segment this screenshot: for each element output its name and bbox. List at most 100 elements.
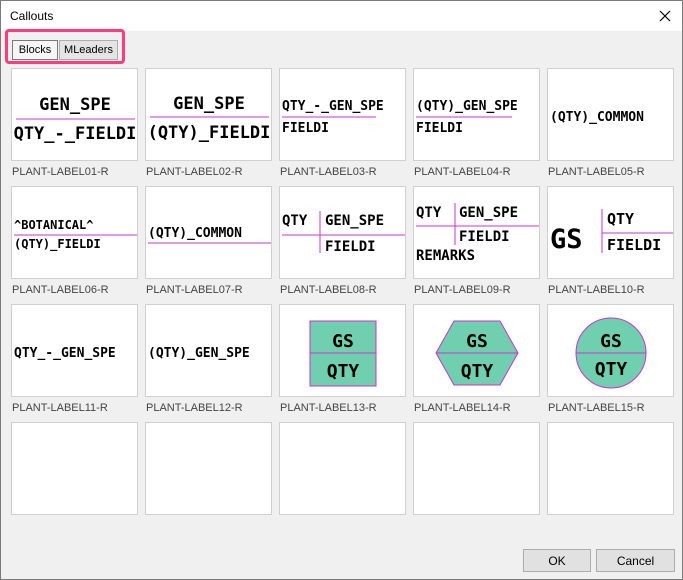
callout-thumbnail[interactable] xyxy=(279,422,406,515)
callout-caption: PLANT-LABEL05-R xyxy=(548,166,645,178)
callout-preview: GS QTY FIELDI xyxy=(550,209,673,255)
callout-thumbnail[interactable]: QTY GEN_SPE FIELDI REMARKS xyxy=(413,186,540,279)
callout-thumbnail[interactable] xyxy=(145,422,272,515)
callout-item[interactable]: ^BOTANICAL^ (QTY)_FIELDI PLANT-LABEL06-R xyxy=(11,186,138,301)
callout-thumbnail[interactable]: GEN_SPE QTY_-_FIELDI xyxy=(11,68,138,161)
label-line: QTY_-_GEN_SPE xyxy=(14,346,116,361)
callout-preview: GS QTY xyxy=(575,317,647,389)
callout-preview: QTY_-_GEN_SPE xyxy=(14,346,116,361)
label-line: GS xyxy=(466,331,488,352)
label-line: QTY xyxy=(607,210,634,228)
callout-preview: (QTY)_COMMON xyxy=(550,110,644,125)
label-line: (QTY)_FIELDI xyxy=(148,123,271,143)
label-line: GEN_SPE xyxy=(39,95,111,115)
callout-caption: PLANT-LABEL14-R xyxy=(414,402,511,414)
callout-thumbnail[interactable]: GS QTY FIELDI xyxy=(547,186,674,279)
callout-item[interactable]: GS QTY PLANT-LABEL14-R xyxy=(413,304,540,419)
callout-preview: (QTY)_GEN_SPE xyxy=(148,346,250,361)
callout-thumbnail[interactable]: (QTY)_COMMON xyxy=(145,186,272,279)
callout-thumbnail[interactable]: GS QTY xyxy=(547,304,674,397)
callout-item[interactable]: QTY GEN_SPE FIELDI PLANT-LABEL08-R xyxy=(279,186,406,301)
label-line: (QTY)_COMMON xyxy=(550,110,644,125)
callout-thumbnail[interactable]: GS QTY xyxy=(413,304,540,397)
callout-thumbnail[interactable]: QTY_-_GEN_SPE xyxy=(11,304,138,397)
label-line: QTY xyxy=(327,361,360,382)
callout-item[interactable]: QTY_-_GEN_SPE PLANT-LABEL11-R xyxy=(11,304,138,419)
callout-item[interactable]: GEN_SPE (QTY)_FIELDI PLANT-LABEL02-R xyxy=(145,68,272,183)
label-line: FIELDI xyxy=(282,121,329,136)
label-line: QTY_-_FIELDI xyxy=(14,124,137,144)
callout-caption: PLANT-LABEL07-R xyxy=(146,284,243,296)
callout-thumbnail[interactable] xyxy=(413,422,540,515)
callout-caption: PLANT-LABEL04-R xyxy=(414,166,511,178)
window-title: Callouts xyxy=(10,9,54,23)
label-line: QTY xyxy=(595,359,628,380)
callout-grid: GEN_SPE QTY_-_FIELDI PLANT-LABEL01-R GEN_SP… xyxy=(11,68,674,518)
label-line: FIELDI xyxy=(607,236,661,254)
callout-thumbnail[interactable]: (QTY)_GEN_SPE FIELDI xyxy=(413,68,540,161)
callout-item[interactable]: (QTY)_GEN_SPE PLANT-LABEL12-R xyxy=(145,304,272,419)
label-line: FIELDI xyxy=(416,121,463,136)
callout-caption: PLANT-LABEL09-R xyxy=(414,284,511,296)
callout-preview: GEN_SPE QTY_-_FIELDI xyxy=(14,95,137,144)
label-line: GEN_SPE xyxy=(459,205,518,221)
callout-item[interactable]: GS QTY FIELDI PLANT-LABEL10-R xyxy=(547,186,674,301)
callout-preview: (QTY)_COMMON xyxy=(148,226,271,244)
callout-thumbnail[interactable] xyxy=(11,422,138,515)
label-line: QTY xyxy=(416,205,442,221)
callout-item[interactable]: (QTY)_GEN_SPE FIELDI PLANT-LABEL04-R xyxy=(413,68,540,183)
label-line: QTY xyxy=(282,213,308,229)
callout-preview: QTY_-_GEN_SPE FIELDI xyxy=(282,99,384,136)
callout-item[interactable] xyxy=(145,422,272,515)
callout-item[interactable]: (QTY)_COMMON PLANT-LABEL05-R xyxy=(547,68,674,183)
ok-button[interactable]: OK xyxy=(523,549,591,572)
callout-preview: QTY GEN_SPE FIELDI REMARKS xyxy=(416,203,539,264)
callout-preview: ^BOTANICAL^ (QTY)_FIELDI xyxy=(14,218,137,252)
callout-item[interactable] xyxy=(279,422,406,515)
callout-caption: PLANT-LABEL02-R xyxy=(146,166,243,178)
tab-blocks[interactable]: Blocks xyxy=(12,40,58,60)
label-line: GS xyxy=(332,331,354,352)
callout-thumbnail[interactable] xyxy=(547,422,674,515)
label-line: FIELDI xyxy=(459,229,510,245)
callout-caption: PLANT-LABEL03-R xyxy=(280,166,377,178)
callout-preview: GEN_SPE (QTY)_FIELDI xyxy=(148,94,271,143)
callout-thumbnail[interactable]: (QTY)_GEN_SPE xyxy=(145,304,272,397)
label-line: GS xyxy=(550,224,583,255)
callout-thumbnail[interactable]: GS QTY xyxy=(279,304,406,397)
close-button[interactable] xyxy=(648,1,682,31)
callout-item[interactable]: QTY_-_GEN_SPE FIELDI PLANT-LABEL03-R xyxy=(279,68,406,183)
callout-preview: GS QTY xyxy=(435,320,519,386)
callout-preview: GS QTY xyxy=(309,320,377,387)
callout-thumbnail[interactable]: ^BOTANICAL^ (QTY)_FIELDI xyxy=(11,186,138,279)
callout-thumbnail[interactable]: QTY GEN_SPE FIELDI xyxy=(279,186,406,279)
close-icon xyxy=(659,10,671,22)
callout-item[interactable] xyxy=(547,422,674,515)
callout-item[interactable]: QTY GEN_SPE FIELDI REMARKS PLANT-LABEL09-R xyxy=(413,186,540,301)
callout-thumbnail[interactable]: QTY_-_GEN_SPE FIELDI xyxy=(279,68,406,161)
label-line: QTY_-_GEN_SPE xyxy=(282,99,384,114)
callouts-dialog: Callouts Blocks MLeaders GEN_SPE QTY_-_FI… xyxy=(0,0,683,580)
callout-item[interactable]: GS QTY PLANT-LABEL13-R xyxy=(279,304,406,419)
callout-item[interactable] xyxy=(11,422,138,515)
callout-thumbnail[interactable]: (QTY)_COMMON xyxy=(547,68,674,161)
cancel-button[interactable]: Cancel xyxy=(596,549,675,572)
title-bar: Callouts xyxy=(1,1,682,31)
callout-caption: PLANT-LABEL15-R xyxy=(548,402,645,414)
callout-caption: PLANT-LABEL08-R xyxy=(280,284,377,296)
callout-thumbnail[interactable]: GEN_SPE (QTY)_FIELDI xyxy=(145,68,272,161)
callout-caption: PLANT-LABEL01-R xyxy=(12,166,109,178)
callout-item[interactable]: GS QTY PLANT-LABEL15-R xyxy=(547,304,674,419)
callout-item[interactable]: GEN_SPE QTY_-_FIELDI PLANT-LABEL01-R xyxy=(11,68,138,183)
callout-caption: PLANT-LABEL11-R xyxy=(12,402,108,414)
callout-item[interactable]: (QTY)_COMMON PLANT-LABEL07-R xyxy=(145,186,272,301)
callout-item[interactable] xyxy=(413,422,540,515)
callout-caption: PLANT-LABEL10-R xyxy=(548,284,645,296)
label-line: REMARKS xyxy=(416,248,475,264)
label-line: (QTY)_GEN_SPE xyxy=(416,99,518,114)
tab-mleaders[interactable]: MLeaders xyxy=(59,40,118,60)
callout-caption: PLANT-LABEL06-R xyxy=(12,284,109,296)
callout-preview: (QTY)_GEN_SPE FIELDI xyxy=(416,99,518,136)
label-line: (QTY)_GEN_SPE xyxy=(148,346,250,361)
label-line: GEN_SPE xyxy=(173,94,245,114)
